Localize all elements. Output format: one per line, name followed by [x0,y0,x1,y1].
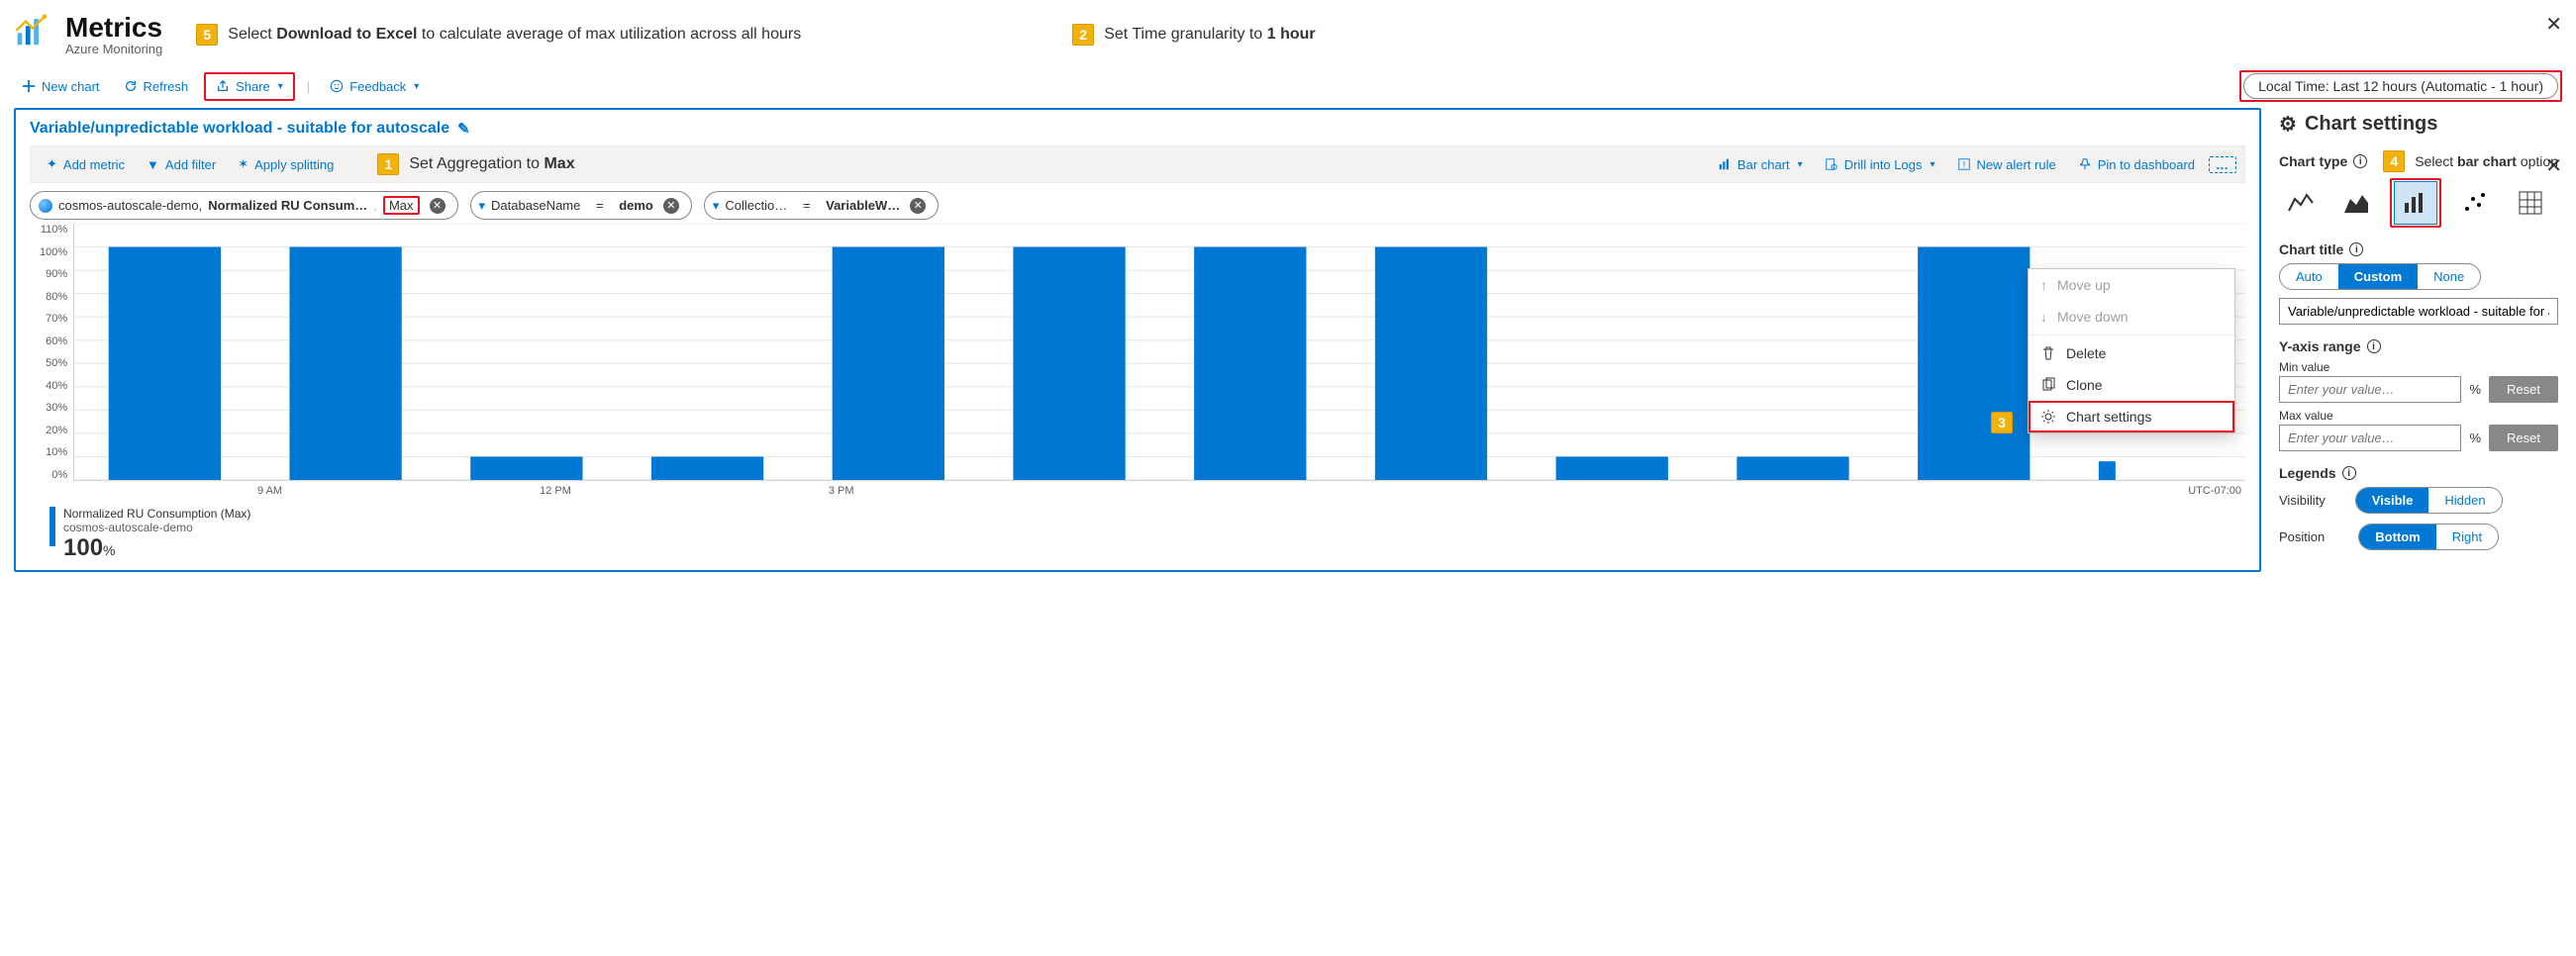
seg-visible[interactable]: Visible [2356,488,2429,513]
share-highlight: Share▾ [204,72,295,101]
pct-label: % [2469,382,2481,397]
legends-label: Legends [2279,465,2336,481]
settings-title: Chart settings [2305,113,2437,136]
chart-settings-panel: ✕ ⚙ Chart settings Chart type i 4 Select b… [2275,108,2562,572]
seg-auto[interactable]: Auto [2280,264,2338,289]
drill-logs-button[interactable]: Drill into Logs▾ [1817,153,1943,176]
info-icon[interactable]: i [2353,154,2367,168]
new-chart-button[interactable]: New chart [14,75,108,98]
chart-type-highlight [2390,178,2441,228]
callout-4-text: Select bar chart option [2415,153,2558,169]
callout-2-text: Set Time granularity to 1 hour [1104,26,1315,44]
callout-1-text: Set Aggregation to Max [409,155,574,173]
chart-type-label: Chart type [2279,153,2347,169]
seg-custom[interactable]: Custom [2338,264,2418,289]
menu-clone[interactable]: Clone [2029,369,2234,401]
chart-plot [73,224,2245,481]
remove-filter-icon[interactable]: ✕ [910,198,926,214]
legend-unit: % [103,542,115,558]
callout-3: 3 [1991,412,2013,433]
apply-splitting-button[interactable]: ✶Apply splitting [230,152,342,176]
chart-title-input[interactable] [2279,298,2558,325]
resource-icon [39,199,52,213]
min-value-input[interactable] [2279,376,2461,403]
visibility-segment[interactable]: Visible Hidden [2355,487,2503,514]
callout-4: 4 [2383,150,2405,172]
aggregation-highlight: Max [383,196,420,215]
chart-type-scatter[interactable] [2453,181,2497,225]
time-range-highlight: Local Time: Last 12 hours (Automatic - 1… [2239,70,2562,102]
seg-hidden[interactable]: Hidden [2428,488,2501,513]
chart-type-dropdown[interactable]: Bar chart▾ [1710,153,1811,176]
remove-filter-icon[interactable]: ✕ [663,198,679,214]
reset-min-button[interactable]: Reset [2489,376,2558,403]
seg-right[interactable]: Right [2436,525,2498,549]
page-title: Metrics [65,12,162,44]
chart-card: Variable/unpredictable workload - suitab… [14,108,2261,572]
filter-icon: ▾ [479,198,486,214]
reset-max-button[interactable]: Reset [2489,425,2558,451]
callout-5-text: Select Download to Excel to calculate av… [228,26,801,44]
gear-icon: ⚙ [2279,112,2297,137]
metrics-icon [14,12,51,52]
legend-swatch [50,507,55,546]
pct-label: % [2469,430,2481,445]
menu-delete[interactable]: Delete [2029,337,2234,369]
chart-type-line[interactable] [2279,181,2323,225]
yaxis-range-label: Y-axis range [2279,338,2361,354]
y-axis: 110%100%90%80%70%60%50%40%30%20%10%0% [40,224,73,481]
svg-text:!: ! [1962,160,1964,170]
add-metric-button[interactable]: ✦Add metric [39,152,133,176]
pin-button[interactable]: Pin to dashboard [2070,153,2203,176]
min-value-label: Min value [2279,360,2558,374]
menu-chart-settings[interactable]: Chart settings [2029,401,2234,432]
close-icon[interactable]: ✕ [2545,12,2562,37]
callout-5: 5 [196,24,218,46]
close-settings-icon[interactable]: ✕ [2545,153,2562,178]
info-icon[interactable]: i [2349,242,2363,256]
menu-move-up: ↑Move up [2029,269,2234,301]
menu-move-down: ↓Move down [2029,301,2234,333]
metric-pill[interactable]: cosmos-autoscale-demo, Normalized RU Con… [30,191,458,220]
callout-1: 1 [377,153,399,175]
chart-type-bar[interactable] [2394,181,2437,225]
position-label: Position [2279,529,2325,544]
filter-pill-collection[interactable]: ▾ Collectio… = VariableW… ✕ [704,191,939,220]
chart-legend: Normalized RU Consumption (Max) cosmos-a… [30,507,2245,562]
callout-2: 2 [1072,24,1094,46]
position-segment[interactable]: Bottom Right [2358,524,2499,550]
info-icon[interactable]: i [2342,466,2356,480]
edit-title-icon[interactable]: ✎ [457,120,470,138]
info-icon[interactable]: i [2367,339,2381,353]
seg-none[interactable]: None [2418,264,2480,289]
max-value-input[interactable] [2279,425,2461,451]
time-range-picker[interactable]: Local Time: Last 12 hours (Automatic - 1… [2243,73,2558,99]
seg-bottom[interactable]: Bottom [2359,525,2436,549]
timezone-label: UTC-07:00 [2188,485,2241,497]
chart-context-menu: ↑Move up ↓Move down Delete Clone Chart s… [2028,268,2235,433]
share-button[interactable]: Share▾ [208,75,291,98]
x-axis: 9 AM12 PM3 PM UTC-07:00 [30,485,2245,497]
legend-series: Normalized RU Consumption (Max) [63,507,250,521]
filter-icon: ▾ [713,198,720,214]
title-mode-segment[interactable]: Auto Custom None [2279,263,2481,290]
legend-resource: cosmos-autoscale-demo [63,521,250,534]
visibility-label: Visibility [2279,493,2326,508]
max-value-label: Max value [2279,409,2558,423]
chart-title-text: Variable/unpredictable workload - suitab… [30,120,449,138]
new-alert-button[interactable]: !New alert rule [1949,153,2064,176]
chart-more-button[interactable]: … [2209,156,2236,173]
chart-type-grid[interactable] [2509,181,2552,225]
refresh-button[interactable]: Refresh [116,75,197,98]
legend-value: 100 [63,534,103,561]
page-subtitle: Azure Monitoring [65,42,162,56]
remove-metric-icon[interactable]: ✕ [430,198,446,214]
filter-pill-database[interactable]: ▾ DatabaseName = demo ✕ [470,191,692,220]
chart-type-area[interactable] [2334,181,2378,225]
add-filter-button[interactable]: ▼Add filter [139,152,224,176]
chart-title-label: Chart title [2279,241,2343,257]
feedback-button[interactable]: Feedback▾ [322,75,427,98]
